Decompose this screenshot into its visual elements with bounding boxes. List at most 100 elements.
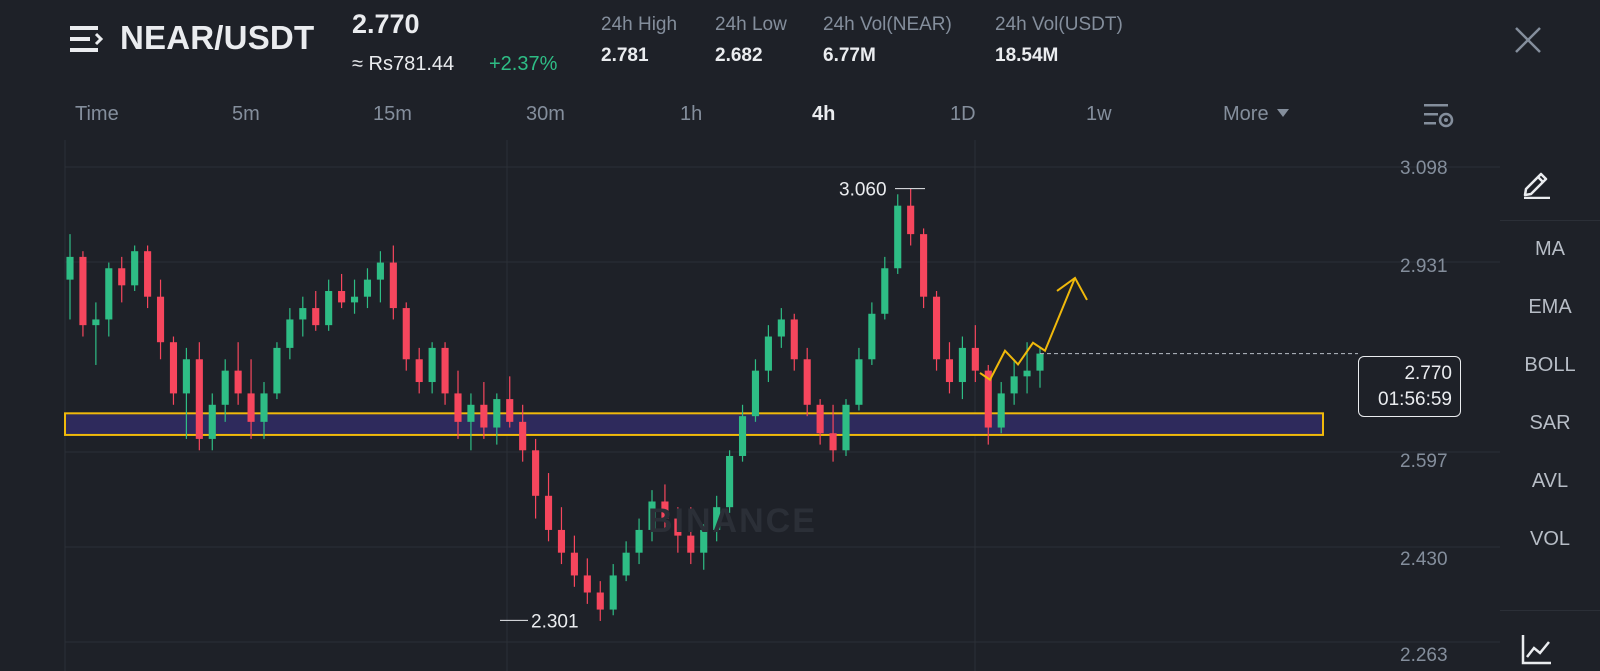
candle-body bbox=[855, 359, 863, 405]
low-price-label: 2.301 bbox=[531, 611, 579, 632]
candle-body bbox=[635, 529, 643, 553]
candle-body bbox=[480, 404, 488, 428]
close-icon[interactable] bbox=[1512, 24, 1544, 56]
stat-24h-vol-near-label: 24h Vol(NEAR) bbox=[823, 14, 952, 35]
candle-body bbox=[338, 291, 346, 303]
candle-body bbox=[751, 370, 760, 417]
indicator-vol[interactable]: VOL bbox=[1500, 528, 1600, 551]
candle-body bbox=[92, 319, 100, 326]
indicator-ma[interactable]: MA bbox=[1500, 238, 1600, 261]
candle-body bbox=[182, 359, 190, 394]
candle-body bbox=[881, 268, 889, 314]
tab-4h[interactable]: 4h bbox=[812, 103, 835, 126]
tab-more[interactable]: More bbox=[1223, 103, 1289, 126]
y-tick-label: 2.430 bbox=[1400, 549, 1448, 570]
candle-body bbox=[907, 205, 915, 235]
candle-body bbox=[945, 359, 954, 383]
candle-body bbox=[66, 256, 74, 280]
candle-body bbox=[286, 319, 294, 348]
candle-body bbox=[208, 404, 216, 439]
candle-body bbox=[622, 552, 630, 576]
candle-body bbox=[532, 450, 540, 496]
candle-body bbox=[221, 370, 229, 405]
candle-body bbox=[454, 393, 462, 422]
candle-body bbox=[738, 416, 747, 456]
fiat-price: ≈ Rs781.44 bbox=[352, 53, 455, 75]
y-tick-label: 2.263 bbox=[1400, 645, 1448, 666]
tab-1w[interactable]: 1w bbox=[1086, 103, 1112, 126]
candle-body bbox=[829, 433, 837, 451]
candle-body bbox=[1023, 370, 1031, 377]
price-change-percent: +2.37% bbox=[489, 53, 558, 75]
candle-body bbox=[596, 592, 604, 610]
candle-body bbox=[467, 404, 475, 422]
tab-1d[interactable]: 1D bbox=[950, 103, 976, 126]
candle-body bbox=[894, 205, 902, 269]
candle-body bbox=[920, 234, 928, 297]
sidebar-divider bbox=[1500, 610, 1600, 611]
candle-body bbox=[299, 308, 307, 320]
y-tick-label: 2.931 bbox=[1400, 256, 1448, 277]
stat-24h-high-label: 24h High bbox=[601, 14, 678, 35]
candle-body bbox=[376, 262, 384, 280]
tab-5m[interactable]: 5m bbox=[232, 103, 260, 126]
tab-15m[interactable]: 15m bbox=[373, 103, 412, 126]
candle-body bbox=[557, 529, 566, 553]
candle-body bbox=[169, 342, 178, 394]
candle-body bbox=[842, 404, 850, 451]
candle-body bbox=[144, 251, 152, 297]
candle-body bbox=[350, 296, 359, 303]
candle-body bbox=[118, 268, 126, 286]
candle-body bbox=[428, 347, 436, 383]
stat-24h-high-value: 2.781 bbox=[601, 45, 649, 66]
candle-body bbox=[519, 421, 527, 451]
chart-canvas[interactable]: 3.060 2.301 bbox=[0, 140, 1500, 671]
candle-body bbox=[79, 256, 87, 326]
candle-body bbox=[234, 370, 242, 394]
candle-body bbox=[195, 359, 203, 439]
stat-24h-vol-near-value: 6.77M bbox=[823, 45, 876, 66]
candle-body bbox=[363, 279, 372, 297]
candle-body bbox=[131, 251, 139, 286]
candle-body bbox=[156, 296, 165, 343]
tab-1h[interactable]: 1h bbox=[680, 103, 702, 126]
candlestick-chart[interactable]: 3.060 2.301 BINANCE bbox=[0, 140, 1500, 671]
chart-settings-icon[interactable] bbox=[1423, 101, 1455, 131]
candle-body bbox=[312, 308, 320, 326]
candle-body bbox=[570, 552, 578, 576]
candle-body bbox=[609, 575, 617, 610]
indicator-sidebar: MA EMA BOLL SAR AVL VOL bbox=[1500, 150, 1600, 671]
y-tick-label: 3.098 bbox=[1400, 158, 1448, 179]
candle-body bbox=[325, 291, 333, 326]
current-price-tag: 2.770 01:56:59 bbox=[1358, 356, 1461, 417]
candle-countdown: 01:56:59 bbox=[1378, 389, 1452, 410]
indicator-boll[interactable]: BOLL bbox=[1500, 354, 1600, 377]
current-price-label: 2.770 bbox=[1404, 363, 1452, 384]
candle-body bbox=[764, 336, 772, 371]
candle-body bbox=[247, 393, 255, 422]
candle-body bbox=[493, 399, 501, 428]
stat-24h-low-label: 24h Low bbox=[715, 14, 787, 35]
candle-body bbox=[868, 313, 876, 360]
candle-body bbox=[583, 575, 591, 593]
tab-30m[interactable]: 30m bbox=[526, 103, 565, 126]
ticker-header: NEAR/USDT 2.770 ≈ Rs781.44 +2.37% 24h Hi… bbox=[0, 0, 1600, 95]
candle-body bbox=[958, 347, 966, 383]
stat-24h-vol-usdt-value: 18.54M bbox=[995, 45, 1059, 66]
indicator-avl[interactable]: AVL bbox=[1500, 470, 1600, 493]
stat-24h-vol-usdt-label: 24h Vol(USDT) bbox=[995, 14, 1123, 35]
tab-time[interactable]: Time bbox=[75, 103, 119, 126]
interval-tabs: Time 5m 15m 30m 1h 4h 1D 1w More bbox=[0, 97, 1600, 137]
indicator-sar[interactable]: SAR bbox=[1500, 412, 1600, 435]
indicator-ema[interactable]: EMA bbox=[1500, 296, 1600, 319]
menu-icon[interactable] bbox=[70, 24, 104, 54]
candle-body bbox=[726, 455, 734, 508]
candle-body bbox=[544, 495, 553, 530]
projection-arrowhead bbox=[1056, 276, 1088, 301]
candle-body bbox=[1010, 376, 1018, 394]
indicator-chart-icon[interactable] bbox=[1520, 632, 1554, 666]
high-price-label: 3.060 bbox=[839, 180, 887, 201]
trading-pair-title[interactable]: NEAR/USDT bbox=[120, 19, 314, 57]
candle-body bbox=[402, 308, 410, 360]
candle-body bbox=[389, 262, 397, 309]
